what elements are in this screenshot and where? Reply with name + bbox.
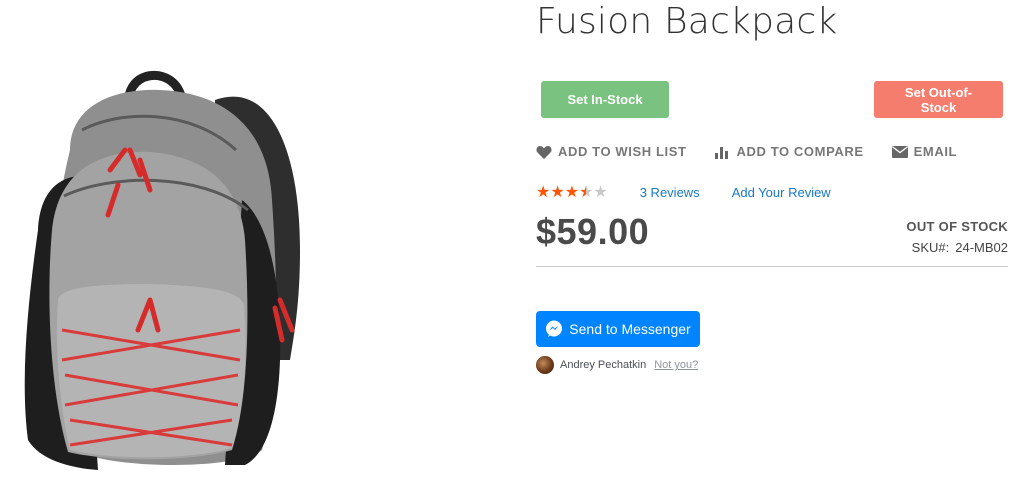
product-sku: SKU#: 24-MB02 xyxy=(912,240,1008,255)
not-you-link[interactable]: Not you? xyxy=(654,359,698,371)
wishlist-label: ADD TO WISH LIST xyxy=(558,144,687,159)
star-icon: ★ xyxy=(564,182,580,201)
star-icon: ★ xyxy=(579,182,594,201)
heart-icon xyxy=(536,145,552,159)
star-icon: ★ xyxy=(593,182,608,201)
add-to-compare-link[interactable]: ADD TO COMPARE xyxy=(714,144,864,159)
email-label: EMAIL xyxy=(913,144,958,159)
backpack-image xyxy=(24,70,300,470)
user-name: Andrey Pechatkin xyxy=(560,359,647,371)
add-review-link[interactable]: Add Your Review xyxy=(732,185,831,200)
messenger-icon xyxy=(546,320,563,337)
messenger-user: Andrey Pechatkin Not you? xyxy=(536,356,698,374)
envelope-icon xyxy=(891,145,908,158)
page-title: Fusion Backpack xyxy=(536,1,838,42)
send-to-messenger-button[interactable]: Send to Messenger xyxy=(536,311,700,347)
reviews-count-link[interactable]: 3 Reviews xyxy=(640,185,700,200)
add-to-wishlist-link[interactable]: ADD TO WISH LIST xyxy=(536,144,687,159)
product-info: Fusion Backpack Set In-Stock Set Out-of-… xyxy=(536,0,1008,476)
avatar xyxy=(536,356,554,374)
product-price: $59.00 xyxy=(536,211,650,252)
email-link[interactable]: EMAIL xyxy=(891,144,958,159)
sku-label: SKU#: xyxy=(911,240,950,255)
compare-label: ADD TO COMPARE xyxy=(736,144,864,159)
star-icon: ★ xyxy=(536,182,551,201)
rating-stars: ★ ★ ★ ★ ★ xyxy=(536,184,608,200)
set-in-stock-button[interactable]: Set In-Stock xyxy=(541,81,669,118)
product-image xyxy=(0,0,520,476)
stock-status: OUT OF STOCK xyxy=(906,219,1008,234)
star-icon: ★ xyxy=(550,182,565,201)
rating-summary: ★ ★ ★ ★ ★ 3 Reviews Add Your Review xyxy=(536,184,831,200)
messenger-button-label: Send to Messenger xyxy=(569,321,691,337)
bar-chart-icon xyxy=(714,146,728,159)
set-out-of-stock-button[interactable]: Set Out-of-Stock xyxy=(874,81,1003,118)
product-actions: ADD TO WISH LIST ADD TO COMPARE EMAIL xyxy=(536,144,985,159)
divider xyxy=(536,266,1008,267)
sku-value: 24-MB02 xyxy=(955,240,1008,255)
